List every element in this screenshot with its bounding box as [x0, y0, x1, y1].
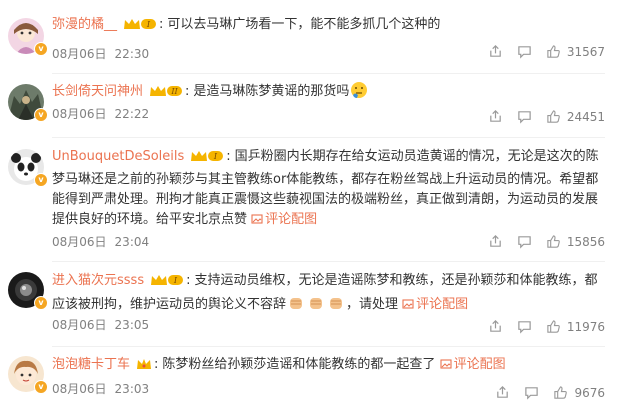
- reply-icon[interactable]: [517, 234, 532, 249]
- like-button[interactable]: 9676: [553, 385, 605, 400]
- like-button[interactable]: 24451: [546, 109, 605, 124]
- comment-time: 23:05: [114, 318, 150, 332]
- like-button[interactable]: 31567: [546, 44, 605, 59]
- comment-text: 弥漫的橘__ I: 可以去马琳广场看一下，能不能多抓几个这种的: [52, 15, 605, 38]
- reply-icon[interactable]: [524, 385, 539, 400]
- like-count: 11976: [566, 319, 605, 334]
- comment-meta: 08月06日 22:30: [52, 45, 157, 62]
- image-icon: [251, 214, 263, 224]
- verified-badge-icon: v: [34, 108, 48, 122]
- comment-image-link[interactable]: 评论配图: [402, 297, 468, 312]
- comment-meta: 08月06日 23:03: [52, 380, 157, 397]
- comment-image-label: 评论配图: [453, 357, 506, 372]
- comment-text: 长剑倚天问神州 II: 是造马琳陈梦黄谣的那货吗: [52, 81, 605, 106]
- like-button[interactable]: 15856: [546, 234, 605, 249]
- verified-badge-icon: v: [34, 296, 48, 310]
- username-link[interactable]: UnBouquetDeSoleils: [52, 149, 184, 164]
- divider: [52, 261, 605, 262]
- comment-actions: 15856: [488, 234, 605, 249]
- comment-date: 08月06日: [52, 107, 107, 121]
- fist-emoji-icon: [287, 294, 305, 319]
- comment-content-tail: ，请处理: [346, 297, 399, 312]
- comment-content: 可以去马琳广场看一下，能不能多抓几个这种的: [167, 17, 441, 32]
- like-count: 15856: [566, 234, 605, 249]
- crown-level-badge-icon: I: [123, 17, 157, 38]
- username-link[interactable]: 长剑倚天问神州: [52, 84, 143, 99]
- comment-actions: 11976: [488, 319, 605, 334]
- username-link[interactable]: 进入猫次元ssss: [52, 273, 144, 288]
- crown-level-badge-icon: I: [190, 149, 224, 170]
- comment-content: 陈梦粉丝给孙颖莎造谣和体能教练的都一起查了: [162, 357, 436, 372]
- comment-image-label: 评论配图: [265, 212, 318, 227]
- username-link[interactable]: 弥漫的橘__: [52, 17, 117, 32]
- comment-text: UnBouquetDeSoleils I: 国乒粉圈内长期存在给女运动员造黄谣的情况…: [52, 149, 599, 227]
- like-button[interactable]: 11976: [546, 319, 605, 334]
- comment-time: 22:30: [114, 47, 150, 61]
- comment-date: 08月06日: [52, 235, 107, 249]
- divider: [52, 73, 605, 74]
- thumbs-up-icon: [547, 235, 560, 248]
- image-icon: [440, 359, 452, 369]
- comment-actions: 31567: [488, 44, 605, 59]
- comment-time: 22:22: [114, 107, 150, 121]
- crown-icon: [136, 357, 152, 378]
- comment-image-link[interactable]: 评论配图: [251, 212, 317, 227]
- reply-icon[interactable]: [517, 44, 532, 59]
- like-count: 9676: [574, 385, 605, 400]
- comment-image-label: 评论配图: [416, 297, 469, 312]
- thumbs-up-icon: [554, 386, 568, 399]
- comment-image-link[interactable]: 评论配图: [440, 357, 506, 372]
- svg-text:II: II: [170, 87, 178, 96]
- comment-meta: 08月06日 22:22: [52, 105, 157, 122]
- fist-emoji-icon: [307, 294, 325, 319]
- crown-level-badge-icon: I: [150, 273, 184, 294]
- comment-actions: 24451: [488, 109, 605, 124]
- fist-emoji-icon: [327, 294, 345, 319]
- verified-badge-icon: v: [34, 173, 48, 187]
- verified-badge-icon: v: [34, 380, 48, 394]
- comment-date: 08月06日: [52, 47, 107, 61]
- comment-meta: 08月06日 23:04: [52, 233, 157, 250]
- thumbs-up-icon: [547, 110, 560, 123]
- comment-meta: 08月06日 23:05: [52, 316, 157, 333]
- reply-icon[interactable]: [517, 319, 532, 334]
- verified-badge-icon: v: [34, 42, 48, 56]
- thinking-emoji-icon: [350, 81, 368, 106]
- like-count: 31567: [566, 44, 605, 59]
- divider: [52, 137, 605, 138]
- comment-time: 23:04: [114, 235, 150, 249]
- share-icon[interactable]: [488, 234, 503, 249]
- share-icon[interactable]: [488, 44, 503, 59]
- comment-date: 08月06日: [52, 318, 107, 332]
- comment-content: 是造马琳陈梦黄谣的那货吗: [193, 84, 350, 99]
- comment-actions: 9676: [495, 385, 605, 400]
- share-icon[interactable]: [495, 385, 510, 400]
- comment-text: 泡泡糖卡丁车: 陈梦粉丝给孙颖莎造谣和体能教练的都一起查了 评论配图: [52, 355, 605, 378]
- thumbs-up-icon: [547, 320, 560, 333]
- divider: [52, 346, 605, 347]
- like-count: 24451: [566, 109, 605, 124]
- username-link[interactable]: 泡泡糖卡丁车: [52, 357, 130, 372]
- comment-time: 23:03: [114, 382, 150, 396]
- thumbs-up-icon: [547, 45, 560, 58]
- comment-text: 进入猫次元ssss I: 支持运动员维权，无论是造谣陈梦和教练，还是孙颖莎和体能教练…: [52, 271, 605, 319]
- reply-icon[interactable]: [517, 109, 532, 124]
- image-icon: [402, 299, 414, 309]
- comment-date: 08月06日: [52, 382, 107, 396]
- crown-level-badge-icon: II: [149, 84, 183, 105]
- share-icon[interactable]: [488, 109, 503, 124]
- share-icon[interactable]: [488, 319, 503, 334]
